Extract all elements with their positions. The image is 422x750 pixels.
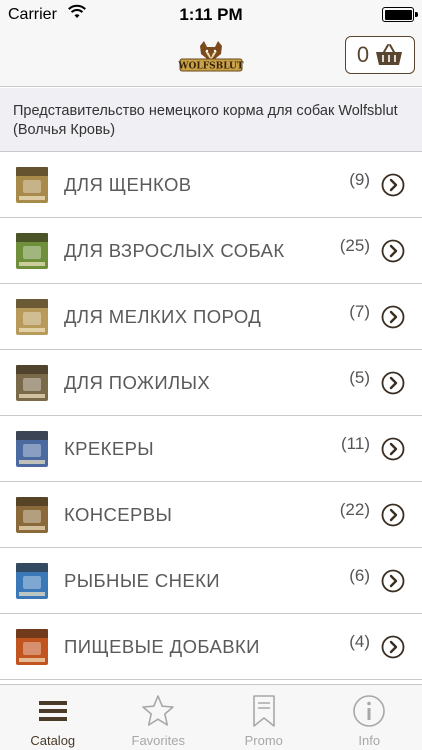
intro-text: Представительство немецкого корма для со…	[0, 88, 422, 152]
category-count: (5)	[349, 368, 370, 387]
battery-icon	[382, 7, 418, 22]
tab-info[interactable]: Info	[317, 685, 422, 750]
category-count: (4)	[349, 632, 370, 651]
category-count: (9)	[349, 170, 370, 189]
product-thumbnail	[16, 629, 48, 665]
category-label: ДЛЯ ПОЖИЛЫХ	[64, 372, 211, 393]
category-count: (25)	[339, 236, 370, 255]
wolfsblut-logo[interactable]: WOLFSBLUT	[178, 40, 244, 74]
category-label: ДЛЯ ВЗРОСЛЫХ СОБАК	[64, 240, 285, 261]
chevron-right-icon[interactable]	[381, 569, 405, 593]
product-thumbnail	[16, 299, 48, 335]
status-bar: Carrier 1:11 PM	[0, 0, 422, 30]
chevron-right-icon[interactable]	[381, 635, 405, 659]
category-row-canned[interactable]: КОНСЕРВЫ (22)	[0, 482, 422, 548]
category-label: КРЕКЕРЫ	[64, 438, 155, 459]
clock: 1:11 PM	[179, 5, 243, 24]
category-label: РЫБНЫЕ СНЕКИ	[64, 570, 221, 591]
category-count: (7)	[349, 302, 370, 321]
star-icon	[142, 695, 175, 726]
tab-catalog[interactable]: Catalog	[0, 685, 106, 750]
list-icon	[38, 701, 67, 721]
category-row-small-breeds[interactable]: ДЛЯ МЕЛКИХ ПОРОД (7)	[0, 284, 422, 350]
category-row-adult[interactable]: ДЛЯ ВЗРОСЛЫХ СОБАК (25)	[0, 218, 422, 284]
tab-label: Favorites	[131, 733, 185, 748]
product-thumbnail	[16, 563, 48, 599]
tab-favorites[interactable]: Favorites	[106, 685, 212, 750]
category-row-fish-snacks[interactable]: РЫБНЫЕ СНЕКИ (6)	[0, 548, 422, 614]
cart-count: 0	[356, 42, 370, 67]
cart-button[interactable]: 0	[345, 36, 415, 74]
tab-label: Catalog	[30, 733, 76, 748]
chevron-right-icon[interactable]	[381, 239, 405, 263]
tab-label: Promo	[244, 733, 283, 748]
basket-icon	[376, 44, 403, 65]
category-row-senior[interactable]: ДЛЯ ПОЖИЛЫХ (5)	[0, 350, 422, 416]
category-row-puppy[interactable]: ДЛЯ ЩЕНКОВ (9)	[0, 152, 422, 218]
category-label: ПИЩЕВЫЕ ДОБАВКИ	[64, 636, 260, 657]
product-thumbnail	[16, 233, 48, 269]
bookmark-icon	[252, 695, 275, 727]
tab-promo[interactable]: Promo	[211, 685, 317, 750]
svg-text:WOLFSBLUT: WOLFSBLUT	[178, 62, 244, 72]
product-thumbnail	[16, 431, 48, 467]
info-icon	[353, 695, 386, 727]
product-thumbnail	[16, 167, 48, 203]
tab-label: Info	[358, 733, 381, 748]
chevron-right-icon[interactable]	[381, 173, 405, 197]
category-count: (22)	[339, 500, 370, 519]
category-list: ДЛЯ ЩЕНКОВ (9) ДЛЯ ВЗРОСЛЫХ СОБАК (25) ДЛЯ М…	[0, 152, 422, 680]
chevron-right-icon[interactable]	[381, 437, 405, 461]
category-count: (11)	[341, 434, 370, 453]
category-row-crackers[interactable]: КРЕКЕРЫ (11)	[0, 416, 422, 482]
tab-bar: Catalog Favorites Promo Info	[0, 684, 422, 750]
product-thumbnail	[16, 365, 48, 401]
category-label: ДЛЯ МЕЛКИХ ПОРОД	[64, 306, 262, 327]
category-label: ДЛЯ ЩЕНКОВ	[64, 174, 192, 195]
chevron-right-icon[interactable]	[381, 503, 405, 527]
category-count: (6)	[349, 566, 370, 585]
product-thumbnail	[16, 497, 48, 533]
category-row-supplements[interactable]: ПИЩЕВЫЕ ДОБАВКИ (4)	[0, 614, 422, 680]
chevron-right-icon[interactable]	[381, 371, 405, 395]
category-label: КОНСЕРВЫ	[64, 504, 173, 525]
nav-bar: WOLFSBLUT 0	[0, 30, 422, 87]
chevron-right-icon[interactable]	[381, 305, 405, 329]
